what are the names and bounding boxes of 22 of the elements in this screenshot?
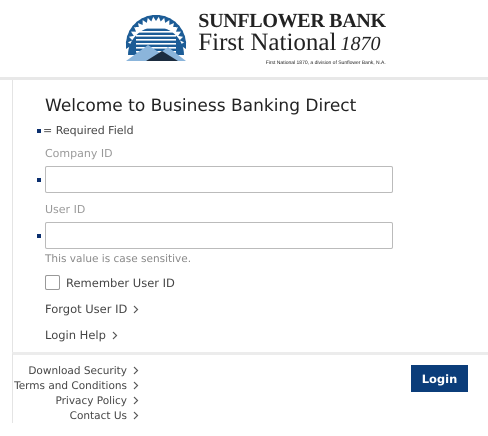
bank-subname: First National <box>198 31 336 55</box>
link[interactable]: Login Help <box>45 328 106 342</box>
page-title: Welcome to Business Banking Direct <box>45 96 358 116</box>
link[interactable]: Forgot User ID <box>45 302 128 316</box>
field-label: User ID <box>45 203 86 216</box>
footer-link[interactable]: Contact Us <box>70 410 127 422</box>
input-field[interactable] <box>45 222 393 249</box>
chevron-icon <box>133 304 140 314</box>
login-button[interactable]: Login <box>411 365 468 392</box>
field-hint: This value is case sensitive. <box>45 253 192 265</box>
checkbox[interactable] <box>45 275 60 290</box>
bank-name: SUNFLOWER BANK <box>198 11 386 31</box>
founding-year: 1870 <box>340 33 380 56</box>
footer-link[interactable]: Terms and Conditions <box>14 380 127 392</box>
input-field[interactable] <box>45 166 393 193</box>
required-legend: = Required Field <box>43 124 134 137</box>
chevron-icon <box>112 330 118 340</box>
required-marker-icon <box>37 128 41 132</box>
footer-link[interactable]: Privacy Policy <box>55 394 127 406</box>
footer-link[interactable]: Download Security <box>28 364 127 376</box>
remember-label: Remember User ID <box>66 276 175 290</box>
field-label: Company ID <box>45 147 114 160</box>
